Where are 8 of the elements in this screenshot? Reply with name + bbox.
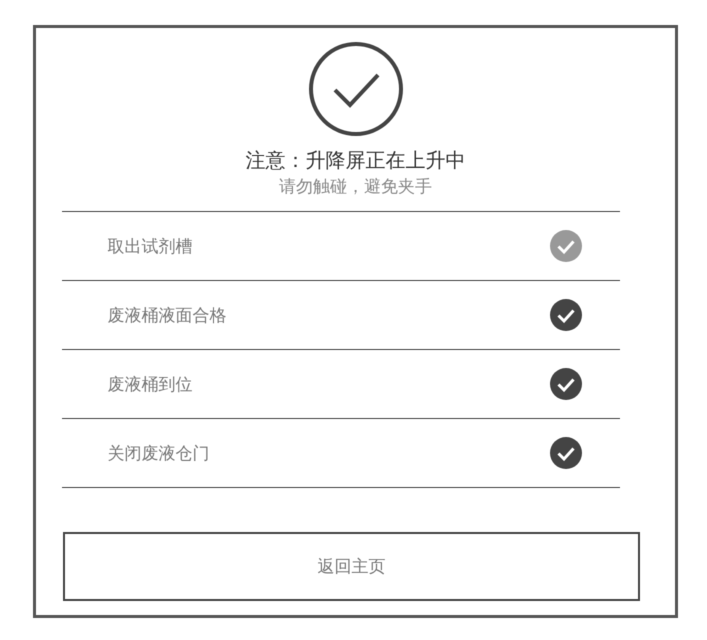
checklist-label: 关闭废液仓门	[108, 442, 210, 464]
notice-title: 注意：升降屏正在上升中	[246, 147, 466, 173]
notice-subtitle: 请勿触碰，避免夹手	[279, 176, 432, 199]
check-circle-icon	[308, 41, 404, 137]
home-button[interactable]: 返回主页	[63, 532, 640, 601]
checklist-label: 取出试剂槽	[108, 236, 192, 258]
checklist-label: 废液桶到位	[108, 374, 192, 396]
checklist-label: 废液桶液面合格	[108, 304, 226, 326]
